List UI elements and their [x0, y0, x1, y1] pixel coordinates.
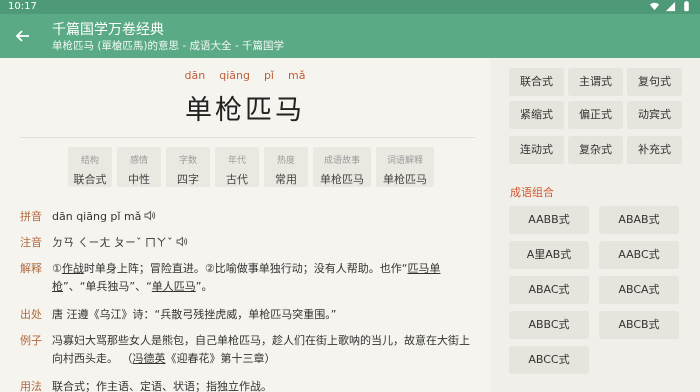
attribute-tags: 结构 联合式 感情 中性 字数 四字 年代 古代 热度 常用 成语故事 单枪匹马 词语解释单… — [68, 147, 434, 187]
row-example: 例子 冯寡妇大骂那些女人是熊包，自己单枪匹马，趁人们在街上歌呐的当儿，故意在大街… — [20, 332, 477, 368]
row-label: 解释 — [20, 262, 42, 275]
pinyin-syllable: pǐ — [263, 69, 274, 82]
combo-button[interactable]: ABCA式 — [599, 276, 679, 304]
row-label: 例子 — [20, 334, 42, 347]
row-value: 唐 汪遵《乌江》诗：“兵散弓残挫虎威，单枪匹马突重围。” — [52, 308, 337, 321]
app-title: 千篇国学万卷经典 — [52, 22, 164, 38]
battery-icon — [684, 1, 689, 12]
tag-structure: 结构 联合式 — [68, 147, 112, 187]
speaker-icon[interactable] — [176, 236, 188, 247]
row-label: 拼音 — [20, 210, 42, 223]
headword: 单枪匹马 — [185, 95, 305, 126]
back-button[interactable] — [10, 24, 34, 48]
link-author[interactable]: 冯德英 — [133, 352, 166, 365]
combo-button[interactable]: AABC式 — [599, 241, 679, 269]
structure-button[interactable]: 连动式 — [509, 136, 564, 164]
tag-sentiment: 感情 中性 — [117, 147, 161, 187]
link-zuozhan[interactable]: 作战 — [62, 262, 84, 275]
structure-button[interactable]: 复杂式 — [568, 136, 623, 164]
combo-button[interactable]: ABAC式 — [509, 276, 589, 304]
combo-button[interactable]: ABAB式 — [599, 206, 679, 234]
speaker-icon[interactable] — [144, 210, 156, 221]
row-source: 出处 唐 汪遵《乌江》诗：“兵散弓残挫虎威，单枪匹马突重围。” — [20, 306, 477, 324]
row-pinyin: 拼音 dān qiāng pǐ mǎ — [20, 208, 477, 226]
row-explanation: 解释 ①作战时单身上阵；冒险直进。②比喻做事单独行动；没有人帮助。也作“匹马单枪… — [20, 260, 477, 296]
link-danrenpima[interactable]: 单人匹马 — [152, 280, 196, 293]
headword-pinyin: dān qiāng pǐ mǎ — [0, 69, 490, 82]
combo-section-title: 成语组合 — [510, 186, 554, 199]
row-label: 用法 — [20, 380, 42, 392]
structure-button[interactable]: 主谓式 — [568, 68, 623, 96]
structure-button[interactable]: 紧缩式 — [509, 101, 564, 129]
status-time: 10:17 — [8, 1, 37, 12]
row-label: 出处 — [20, 308, 42, 321]
combo-button[interactable]: ABCB式 — [599, 311, 679, 339]
app-bar: 千篇国学万卷经典 单枪匹马 (單槍匹馬)的意思 - 成语大全 - 千篇国学 — [0, 14, 700, 58]
tag-idiom-story[interactable]: 成语故事 单枪匹马 — [313, 147, 371, 187]
idiom-detail-panel: dān qiāng pǐ mǎ 单枪匹马 结构 联合式 感情 中性 字数 四字 年代 古代 热… — [0, 58, 490, 392]
status-bar: 10:17 — [0, 0, 700, 14]
side-panel: 联合式 主谓式 复句式 紧缩式 偏正式 动宾式 连动式 复杂式 补充式 成语组合… — [490, 58, 700, 392]
row-value: ㄉㄢ ㄑㄧㄤ ㄆㄧˇ ㄇㄚˇ — [52, 236, 173, 249]
tag-era: 年代 古代 — [215, 147, 259, 187]
row-value: 联合式；作主语、定语、状语；指独立作战。 — [52, 380, 272, 392]
combo-button[interactable]: A里AB式 — [509, 241, 589, 269]
structure-button[interactable]: 联合式 — [509, 68, 564, 96]
combo-button[interactable]: ABCC式 — [509, 346, 589, 374]
app-subtitle: 单枪匹马 (單槍匹馬)的意思 - 成语大全 - 千篇国学 — [52, 40, 284, 52]
status-icons — [649, 1, 692, 12]
signal-icon — [665, 1, 676, 12]
structure-button[interactable]: 偏正式 — [568, 101, 623, 129]
row-zhuyin: 注音 ㄉㄢ ㄑㄧㄤ ㄆㄧˇ ㄇㄚˇ — [20, 234, 477, 252]
divider — [20, 137, 475, 138]
wifi-icon — [649, 2, 660, 11]
combo-button[interactable]: AABB式 — [509, 206, 589, 234]
structure-button[interactable]: 动宾式 — [627, 101, 682, 129]
row-label: 注音 — [20, 236, 42, 249]
structure-button[interactable]: 补充式 — [627, 136, 682, 164]
tag-word-explanation[interactable]: 词语解释 单枪匹马 — [376, 147, 434, 187]
tag-popularity: 热度 常用 — [264, 147, 308, 187]
row-value: dān qiāng pǐ mǎ — [52, 210, 142, 223]
row-usage: 用法 联合式；作主语、定语、状语；指独立作战。 — [20, 378, 477, 392]
combo-button[interactable]: ABBC式 — [509, 311, 589, 339]
pinyin-syllable: dān — [184, 69, 206, 82]
pinyin-syllable: qiāng — [219, 69, 250, 82]
tag-char-count: 字数 四字 — [166, 147, 210, 187]
structure-button[interactable]: 复句式 — [627, 68, 682, 96]
back-arrow-icon — [15, 30, 29, 42]
pinyin-syllable: mǎ — [288, 69, 306, 82]
